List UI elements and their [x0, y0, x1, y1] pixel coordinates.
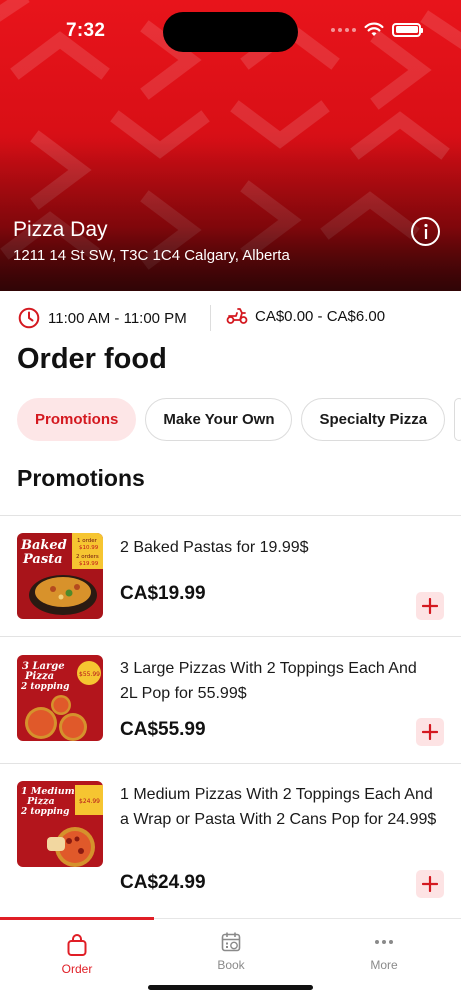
dynamic-island — [163, 12, 298, 52]
more-dots-icon — [375, 940, 393, 944]
thumb-text: Pasta — [22, 552, 63, 567]
thumb-text: 2 orders — [76, 554, 99, 560]
plus-icon — [422, 724, 438, 740]
delivery-fee: CA$0.00 - CA$6.00 — [226, 307, 385, 325]
opening-hours-text: 11:00 AM - 11:00 PM — [48, 309, 187, 327]
thumb-text: 2 topping — [20, 807, 69, 817]
item-image-1-medium-pizza: 1 Medium Pizza 2 topping $24.99 — [17, 781, 103, 867]
plus-icon — [422, 598, 438, 614]
tab-book[interactable]: Book — [154, 931, 308, 972]
scooter-icon — [226, 308, 248, 324]
tab-more-label: More — [370, 958, 398, 972]
plus-icon — [422, 876, 438, 892]
page-title: Order food — [17, 343, 167, 375]
thumb-text: 2 topping — [20, 682, 69, 692]
active-tab-indicator — [0, 917, 154, 920]
info-button[interactable] — [411, 217, 440, 246]
menu-item[interactable]: Baked Pasta 1 order $10.99 2 orders $19.… — [0, 515, 461, 636]
category-tab-make-your-own[interactable]: Make Your Own — [145, 398, 293, 441]
info-icon — [423, 223, 428, 239]
thumb-text: $55.99 — [79, 671, 100, 678]
thumb-text: $10.99 — [79, 545, 99, 551]
home-indicator — [148, 985, 313, 990]
baked-pasta-promo-image: Baked Pasta 1 order $10.99 2 orders $19.… — [17, 533, 103, 619]
tab-more[interactable]: More — [307, 931, 461, 972]
category-tabs: Promotions Make Your Own Specialty Pizza — [17, 398, 461, 441]
calendar-icon — [221, 932, 241, 952]
item-price: CA$24.99 — [120, 872, 206, 893]
thumb-text: $19.99 — [79, 561, 99, 567]
item-price: CA$55.99 — [120, 719, 206, 740]
meta-divider — [210, 305, 211, 331]
delivery-fee-text: CA$0.00 - CA$6.00 — [255, 307, 386, 325]
store-address: 1211 14 St SW, T3C 1C4 Calgary, Alberta — [13, 247, 290, 264]
category-tab-promotions[interactable]: Promotions — [17, 398, 137, 441]
item-name: 3 Large Pizzas With 2 Toppings Each And … — [120, 660, 417, 702]
thumb-text: Pizza — [24, 671, 54, 682]
store-meta-row: 11:00 AM - 11:00 PM CA$0.00 - CA$6.00 — [0, 291, 461, 344]
item-name: 1 Medium Pizzas With 2 Toppings Each And… — [120, 786, 437, 828]
menu-item[interactable]: 3 Large Pizza 2 topping $55.99 3 Large P… — [0, 636, 461, 763]
category-tab-specialty-pizza[interactable]: Specialty Pizza — [301, 398, 446, 441]
menu-item[interactable]: 1 Medium Pizza 2 topping $24.99 1 Medium… — [0, 763, 461, 915]
thumb-text: $24.99 — [79, 798, 100, 805]
thumb-text: Baked — [20, 538, 67, 553]
status-time: 7:32 — [66, 20, 106, 41]
store-name: Pizza Day — [13, 218, 108, 241]
tab-order-label: Order — [61, 962, 93, 976]
thumb-text: 1 order — [77, 538, 98, 544]
three-large-pizzas-promo-image: 3 Large Pizza 2 topping $55.99 — [17, 655, 103, 741]
bag-icon — [67, 934, 87, 956]
add-to-cart-button[interactable] — [416, 592, 444, 620]
tab-order[interactable]: Order — [0, 933, 154, 976]
item-image-baked-pasta: Baked Pasta 1 order $10.99 2 orders $19.… — [17, 533, 103, 619]
category-tab-next[interactable] — [454, 398, 461, 441]
tab-book-label: Book — [217, 958, 245, 972]
signal-dots-icon — [331, 27, 356, 32]
section-title: Promotions — [17, 465, 145, 491]
thumb-text: Pizza — [26, 796, 55, 807]
add-to-cart-button[interactable] — [416, 718, 444, 746]
opening-hours: 11:00 AM - 11:00 PM — [18, 307, 187, 329]
add-to-cart-button[interactable] — [416, 870, 444, 898]
status-icons — [331, 22, 423, 37]
wifi-icon — [364, 22, 384, 36]
item-price: CA$19.99 — [120, 583, 206, 604]
medium-pizza-wrap-promo-image: 1 Medium Pizza 2 topping $24.99 — [17, 781, 103, 867]
item-name: 2 Baked Pastas for 19.99$ — [120, 539, 309, 556]
battery-icon — [392, 22, 423, 37]
item-image-3-large-pizzas: 3 Large Pizza 2 topping $55.99 — [17, 655, 103, 741]
header-gradient-shade — [0, 141, 461, 291]
clock-icon — [18, 307, 40, 329]
